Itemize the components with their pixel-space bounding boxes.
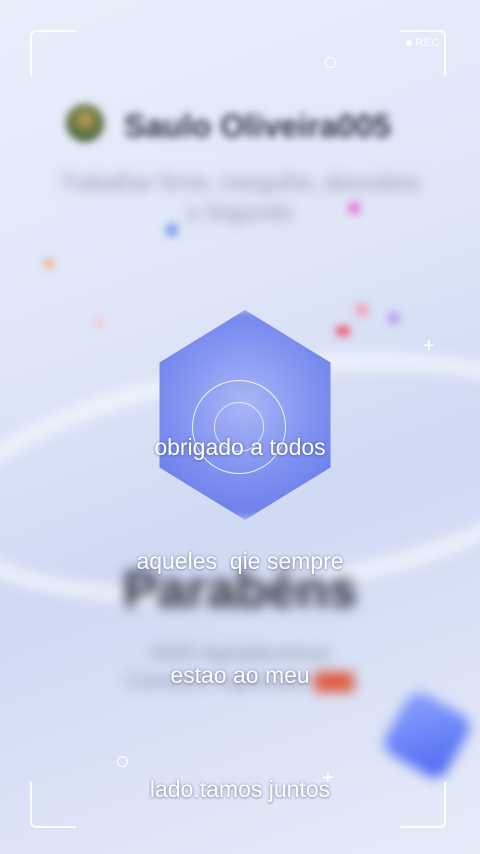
frame-corner-top-left [30, 30, 76, 76]
caption-line-1: obrigado a todos [154, 434, 326, 460]
profile-subtitle-line2: o Segundo [186, 200, 294, 225]
record-dot-icon [406, 40, 413, 46]
caption-line-3: estao ao meu [170, 662, 310, 688]
confetti-orange [44, 258, 54, 268]
profile-name: Saulo Oliveira005 [124, 108, 391, 144]
confetti-rose [356, 304, 368, 316]
rec-label: REC [415, 37, 440, 49]
rec-indicator: REC [406, 37, 440, 49]
confetti-violet [388, 312, 400, 324]
confetti-pink [348, 202, 360, 214]
confetti-red [336, 326, 350, 336]
caption-text: obrigado a todos aqueles qie sempre esta… [0, 352, 480, 846]
profile-subtitle: Trabalhar firme, mergulhe, descobriu o S… [0, 168, 480, 228]
confetti-blue [166, 224, 178, 236]
caption-line-2: aqueles qie sempre [136, 548, 344, 574]
confetti-light [94, 318, 104, 328]
circle-marker-icon [325, 57, 336, 68]
avatar [66, 104, 104, 142]
profile-subtitle-line1: Trabalhar firme, mergulhe, descobriu [60, 170, 420, 195]
caption-line-4: lado.tamos juntos [149, 776, 331, 802]
